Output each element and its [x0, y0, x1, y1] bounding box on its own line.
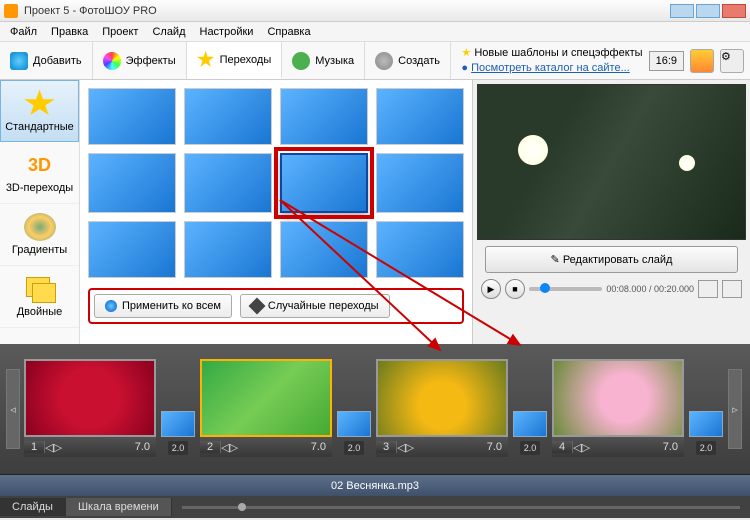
tab-transitions[interactable]: Переходы [187, 42, 283, 79]
titlebar: Проект 5 - ФотоШОУ PRO [0, 0, 750, 22]
pencil-icon: ✎ [551, 254, 560, 266]
timeline-transition[interactable]: 2.0 [688, 359, 724, 459]
tab-effects[interactable]: Эффекты [93, 42, 187, 79]
main-area: Стандартные 3D3D-переходы Градиенты Двой… [0, 80, 750, 344]
minimize-button[interactable] [670, 4, 694, 18]
menu-project[interactable]: Проект [96, 24, 144, 40]
action-buttons: Применить ко всем Случайные переходы [88, 288, 464, 324]
preview-panel: ✎ Редактировать слайд ▶ ■ 00:08.000 / 00… [472, 80, 750, 344]
view-timeline-tab[interactable]: Шкала времени [66, 498, 172, 516]
transition-thumb[interactable] [280, 88, 368, 145]
star-icon [24, 90, 56, 118]
transitions-grid-area: Применить ко всем Случайные переходы [80, 80, 472, 344]
slide-thumb [200, 359, 332, 437]
timeline-slide[interactable]: 4◁▷7.0 [552, 359, 684, 459]
category-3d[interactable]: 3D3D-переходы [0, 142, 79, 204]
timeline-scroll-left[interactable]: ◃ [6, 369, 20, 449]
fullscreen-button[interactable] [722, 280, 742, 298]
aspect-ratio-button[interactable]: 16:9 [649, 51, 684, 71]
audio-track[interactable]: 02 Веснянка.mp3 [0, 474, 750, 496]
menu-file[interactable]: Файл [4, 24, 43, 40]
transition-icon [513, 411, 547, 437]
music-icon [292, 52, 310, 70]
double-icon [24, 275, 56, 303]
transition-thumb[interactable] [280, 221, 368, 278]
category-standard[interactable]: Стандартные [0, 80, 79, 142]
preview-viewport[interactable] [477, 84, 746, 240]
apply-all-button[interactable]: Применить ко всем [94, 294, 232, 318]
tab-create[interactable]: Создать [365, 42, 451, 79]
category-gradients[interactable]: Градиенты [0, 204, 79, 266]
hints: ★ Новые шаблоны и спецэффекты ● Посмотре… [461, 46, 642, 75]
menu-settings[interactable]: Настройки [194, 24, 260, 40]
timeline-slide[interactable]: 3◁▷7.0 [376, 359, 508, 459]
time-display: 00:08.000 / 00:20.000 [606, 284, 694, 294]
add-icon [10, 52, 28, 70]
menu-slide[interactable]: Слайд [146, 24, 191, 40]
app-icon [4, 4, 18, 18]
transition-thumb[interactable] [88, 88, 176, 145]
transition-thumb[interactable] [376, 153, 464, 212]
bottom-bar: Слайды Шкала времени [0, 496, 750, 518]
transition-thumb[interactable] [88, 153, 176, 212]
menu-help[interactable]: Справка [261, 24, 316, 40]
catalog-link[interactable]: Посмотреть каталог на сайте... [471, 62, 630, 74]
3d-icon: 3D [24, 151, 56, 179]
slide-thumb [552, 359, 684, 437]
star-icon [197, 51, 215, 69]
transition-thumb[interactable] [376, 221, 464, 278]
slide-thumb [376, 359, 508, 437]
maximize-button[interactable] [696, 4, 720, 18]
transition-thumb[interactable] [184, 88, 272, 145]
timeline-slide[interactable]: 2◁▷7.0 [200, 359, 332, 459]
timeline-scroll-right[interactable]: ▹ [728, 369, 742, 449]
transition-thumb[interactable] [184, 153, 272, 212]
tab-add[interactable]: Добавить [0, 42, 93, 79]
wand-icon [248, 298, 265, 315]
timeline-transition[interactable]: 2.0 [160, 359, 196, 459]
transition-icon [161, 411, 195, 437]
menu-edit[interactable]: Правка [45, 24, 94, 40]
transitions-grid [88, 88, 464, 278]
edit-slide-button[interactable]: ✎ Редактировать слайд [485, 246, 738, 273]
play-button[interactable]: ▶ [481, 279, 501, 299]
slide-thumb [24, 359, 156, 437]
timeline-transition[interactable]: 2.0 [336, 359, 372, 459]
random-transitions-button[interactable]: Случайные переходы [240, 294, 390, 318]
transition-thumb-selected[interactable] [280, 153, 368, 212]
settings-button[interactable]: ⚙ [720, 49, 744, 73]
view-slides-tab[interactable]: Слайды [0, 498, 66, 516]
dot-icon [105, 300, 117, 312]
zoom-slider[interactable] [182, 506, 740, 509]
color-button[interactable] [690, 49, 714, 73]
transition-categories: Стандартные 3D3D-переходы Градиенты Двой… [0, 80, 80, 344]
transition-thumb[interactable] [376, 88, 464, 145]
window-title: Проект 5 - ФотоШОУ PRO [24, 5, 670, 17]
transition-icon [689, 411, 723, 437]
toolbar: Добавить Эффекты Переходы Музыка Создать… [0, 42, 750, 80]
disc-icon [375, 52, 393, 70]
transition-thumb[interactable] [184, 221, 272, 278]
snapshot-button[interactable] [698, 280, 718, 298]
seek-slider[interactable] [529, 287, 602, 291]
timeline: ◃ 1◁▷7.0 2.0 2◁▷7.0 2.0 3◁▷7.0 2.0 4◁▷7.… [0, 344, 750, 474]
transition-thumb[interactable] [88, 221, 176, 278]
menubar: Файл Правка Проект Слайд Настройки Справ… [0, 22, 750, 42]
playback-controls: ▶ ■ 00:08.000 / 00:20.000 [477, 279, 746, 299]
gradient-icon [24, 213, 56, 241]
close-button[interactable] [722, 4, 746, 18]
category-double[interactable]: Двойные [0, 266, 79, 328]
timeline-transition[interactable]: 2.0 [512, 359, 548, 459]
timeline-slide[interactable]: 1◁▷7.0 [24, 359, 156, 459]
palette-icon [103, 52, 121, 70]
tab-music[interactable]: Музыка [282, 42, 365, 79]
stop-button[interactable]: ■ [505, 279, 525, 299]
transition-icon [337, 411, 371, 437]
